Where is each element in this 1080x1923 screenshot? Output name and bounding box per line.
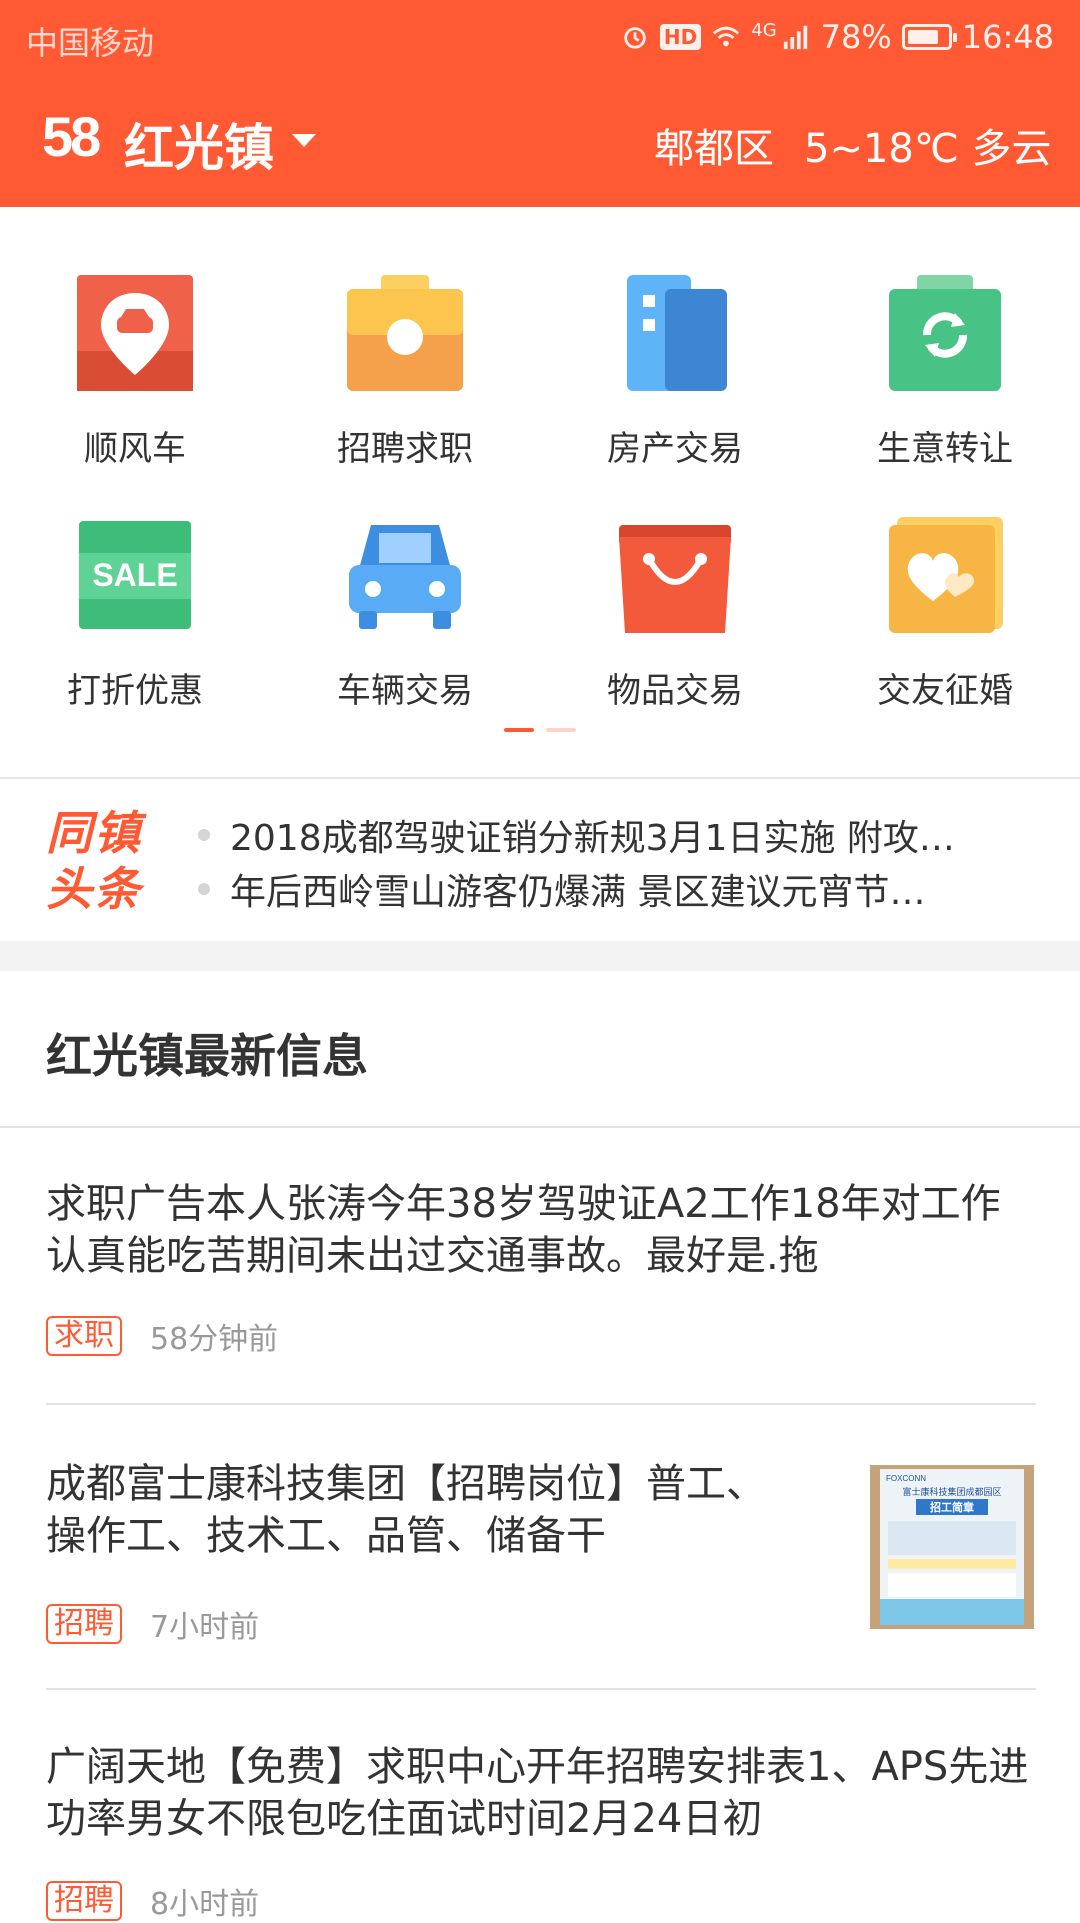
town-headlines: 同镇 头条 2018成都驾驶证销分新规3月1日实施 附攻… 年后西岭雪山游客仍爆… [0, 779, 1080, 941]
transfer-bag-icon [883, 271, 1007, 395]
sale-tag-icon: SALE [73, 513, 197, 637]
battery-icon [901, 24, 957, 50]
listing-title: 求职广告本人张涛今年38岁驾驶证A2工作18年对工作认真能吃苦期间未出过交通事故… [46, 1181, 1001, 1279]
category-discounts[interactable]: SALE 打折优惠 [0, 513, 270, 712]
headline-item[interactable]: 年后西岭雪山游客仍爆满 景区建议元宵节… [197, 863, 925, 915]
listing-title: 广阔天地【免费】求职中心开年招聘安排表1、APS先进功率男女不限包吃住面试时间2… [46, 1744, 1029, 1842]
status-bar: 中国移动 HD 4G 78% 16:48 [0, 0, 1080, 74]
brand-line: 同镇 [46, 806, 142, 860]
thumb-heading: 招工简章 [930, 1500, 974, 1514]
category-tag: 求职 [46, 1316, 122, 1356]
briefcase-icon [343, 271, 467, 395]
category-label: 车辆交易 [337, 671, 473, 711]
listing-item[interactable]: 求职广告本人张涛今年38岁驾驶证A2工作18年对工作认真能吃苦期间未出过交通事故… [46, 1178, 1036, 1357]
section-title: 红光镇最新信息 [46, 1029, 368, 1083]
carpool-pin-icon [73, 271, 197, 395]
signal-icon [783, 25, 807, 50]
thumb-brand: FOXCONN [886, 1474, 926, 1483]
divider [0, 1126, 1080, 1128]
listing-meta: 招聘 8小时前 [46, 1879, 259, 1923]
category-label: 房产交易 [607, 429, 743, 469]
car-icon [343, 513, 467, 637]
category-label: 打折优惠 [67, 671, 203, 711]
listing-meta: 招聘 7小时前 [46, 1602, 259, 1646]
category-tag: 招聘 [46, 1881, 122, 1921]
listing-meta: 求职 58分钟前 [46, 1314, 278, 1358]
divider [46, 1688, 1036, 1690]
heart-icon [883, 513, 1007, 637]
listing-item[interactable]: 成都富士康科技集团【招聘岗位】普工、操作工、技术工、品管、储备干 招聘 7小时前 [46, 1458, 786, 1645]
listing-title: 成都富士康科技集团【招聘岗位】普工、操作工、技术工、品管、储备干 [46, 1461, 766, 1559]
chevron-down-icon[interactable] [292, 134, 316, 147]
category-dating[interactable]: 交友征婚 [810, 513, 1080, 712]
headlines-brand: 同镇 头条 [46, 805, 142, 917]
network-type-label: 4G [751, 19, 777, 41]
listing-item[interactable]: 广阔天地【免费】求职中心开年招聘安排表1、APS先进功率男女不限包吃住面试时间2… [46, 1741, 1036, 1922]
carrier-label: 中国移动 [26, 24, 155, 62]
battery-percent: 78% [820, 18, 892, 56]
post-time: 8小时前 [150, 1887, 260, 1922]
app-logo: 58 [42, 105, 101, 168]
post-time: 7小时前 [150, 1610, 260, 1645]
category-label: 招聘求职 [337, 429, 473, 469]
thumb-org: 富士康科技集团成都园区 [902, 1486, 1001, 1498]
category-label: 物品交易 [607, 671, 743, 711]
wifi-icon [713, 26, 740, 47]
brand-line: 头条 [46, 862, 142, 916]
building-icon [613, 271, 737, 395]
listing-thumbnail[interactable]: FOXCONN 富士康科技集团成都园区 招工简章 [870, 1465, 1034, 1629]
hd-badge: HD [659, 24, 702, 50]
town-selector[interactable]: 红光镇 [124, 108, 274, 180]
divider [46, 1403, 1036, 1405]
app-header: 58 红光镇 郫都区 5~18℃ 多云 [0, 74, 1080, 207]
clock: 16:48 [961, 18, 1054, 56]
category-real-estate[interactable]: 房产交易 [540, 271, 810, 470]
category-vehicles[interactable]: 车辆交易 [270, 513, 540, 712]
category-label: 生意转让 [877, 429, 1013, 469]
category-business-transfer[interactable]: 生意转让 [810, 271, 1080, 470]
category-goods[interactable]: 物品交易 [540, 513, 810, 712]
section-gap [0, 941, 1080, 971]
weather-label: 5~18℃ 多云 [804, 126, 1052, 172]
post-time: 58分钟前 [150, 1322, 279, 1357]
category-carpool[interactable]: 顺风车 [0, 271, 270, 470]
status-icons: HD 4G 78% 16:48 [620, 18, 1054, 56]
page-dot-active [504, 728, 534, 732]
page-dot [546, 728, 576, 732]
category-jobs[interactable]: 招聘求职 [270, 271, 540, 470]
district-label: 郫都区 [654, 126, 774, 172]
shopping-bag-icon [613, 513, 737, 637]
headline-item[interactable]: 2018成都驾驶证销分新规3月1日实施 附攻… [198, 809, 955, 861]
page-indicator [0, 728, 1080, 732]
category-label: 顺风车 [84, 429, 186, 469]
category-tag: 招聘 [46, 1604, 122, 1644]
category-label: 交友征婚 [877, 671, 1013, 711]
sale-text: SALE [92, 557, 177, 593]
alarm-icon [624, 27, 646, 49]
